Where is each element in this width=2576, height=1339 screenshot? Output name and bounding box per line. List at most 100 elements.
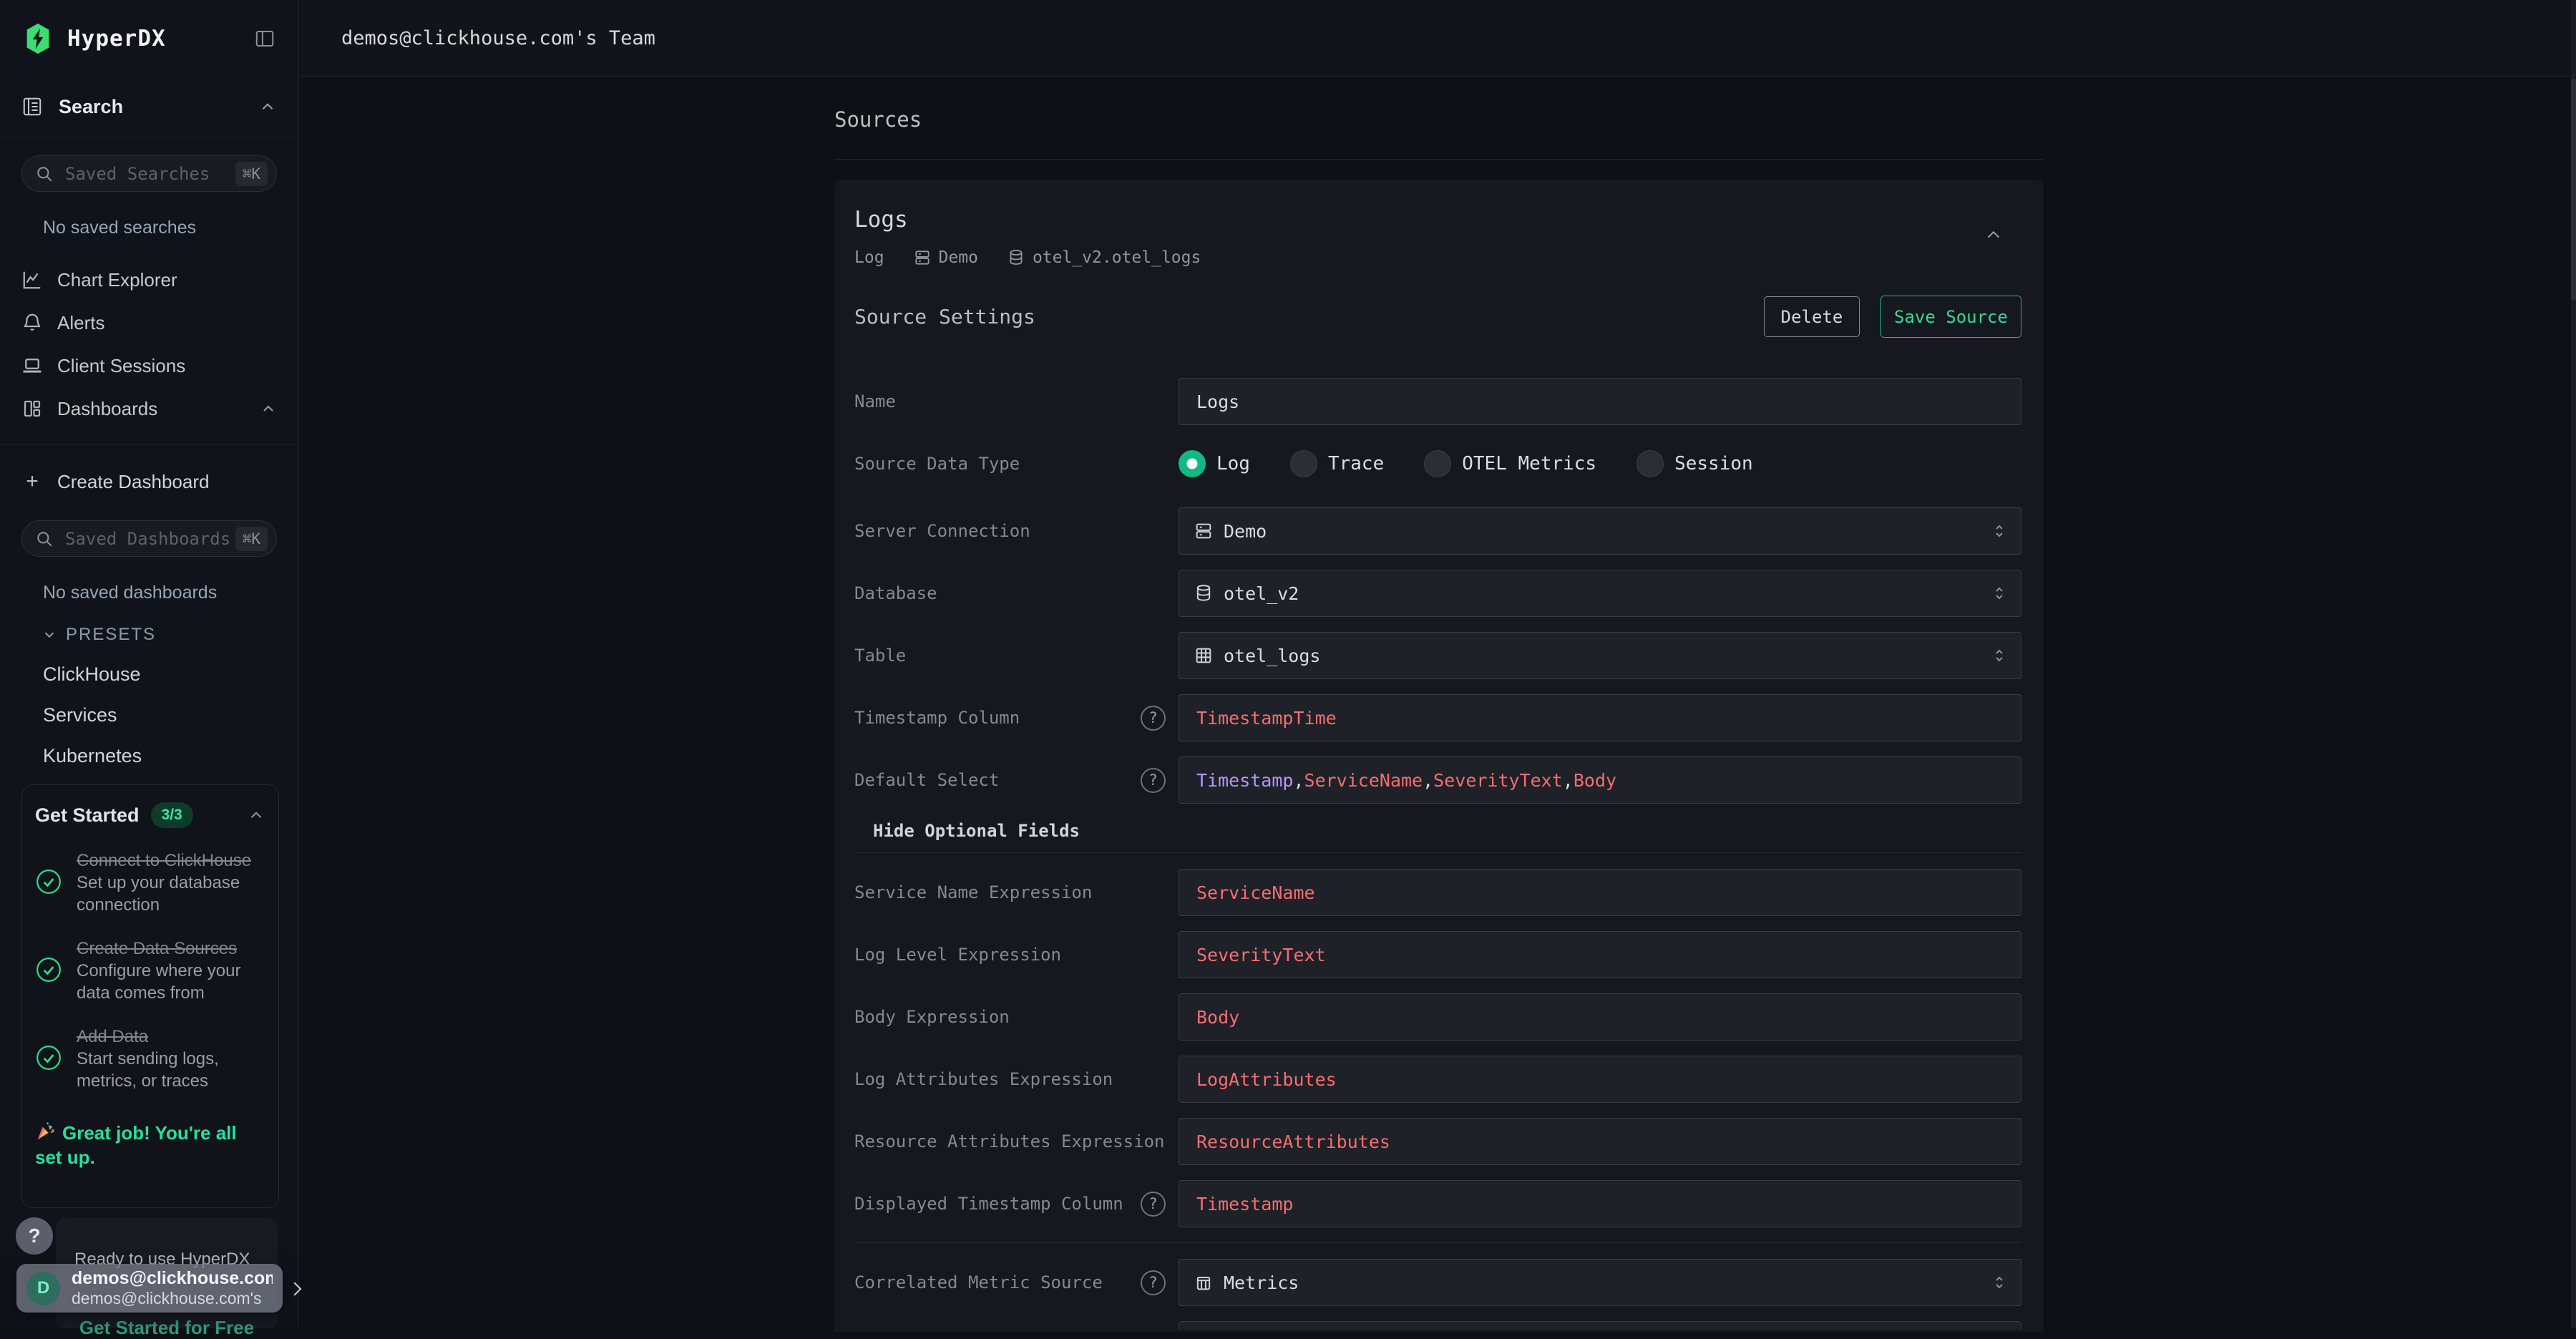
create-dashboard-label: Create Dashboard [57,471,209,493]
sidebar-item-client-sessions[interactable]: Client Sessions [0,344,298,387]
all-set-message: Great job! You're all set up. [35,1121,265,1169]
chevron-up-icon [260,400,277,417]
laptop-icon [21,355,43,376]
topbar: demos@clickhouse.com's Team [300,0,2576,77]
correlated-metric-label: Correlated Metric Source [854,1271,1132,1295]
scrollbar-thumb[interactable] [2571,79,2576,301]
saved-searches-placeholder: Saved Searches [65,164,235,184]
database-label: Database [854,582,1166,605]
name-input[interactable]: Logs [1179,378,2021,425]
timestamp-column-input[interactable]: TimestampTime [1179,694,2021,741]
logo-row: HyperDX [0,0,298,77]
form-row-partial [854,1321,2021,1330]
connection-badge-label: Demo [939,248,978,267]
radio-selected-icon [1179,450,1206,477]
divider [854,1242,2021,1243]
help-icon[interactable]: ? [1141,1270,1166,1295]
saved-dashboards-placeholder: Saved Dashboards [65,529,235,549]
sidebar-item-label: Client Sessions [57,355,277,377]
radio-log[interactable]: Log [1179,450,1250,477]
checklist-item-desc: Configure where your data comes from [77,961,240,1003]
help-icon[interactable]: ? [1141,1192,1166,1217]
form-row-timestamp-column: Timestamp Column ? TimestampTime [854,694,2021,741]
help-icon[interactable]: ? [1141,706,1166,731]
metrics-icon [1194,1272,1214,1292]
database-icon [1194,583,1214,603]
radio-otel-metrics[interactable]: OTEL Metrics [1424,450,1596,477]
source-badges: Log Demo otel_v2.otel_logs [854,248,2024,267]
chart-icon [21,269,43,291]
log-attributes-label: Log Attributes Expression [854,1068,1166,1091]
radio-trace[interactable]: Trace [1290,450,1384,477]
get-started-title: Get Started [35,804,140,827]
hyperdx-logo-icon [21,22,54,55]
body-expression-input[interactable]: Body [1179,993,2021,1041]
chevron-up-icon[interactable] [247,806,265,824]
table-icon [1194,646,1214,666]
table-badge-label: otel_v2.otel_logs [1033,248,1201,267]
checklist-item-add-data[interactable]: Add Data Start sending logs, metrics, or… [35,1026,265,1092]
radio-session[interactable]: Session [1636,450,1753,477]
search-section-icon [21,96,43,117]
default-select-input[interactable]: Timestamp,ServiceName,SeverityText,Body [1179,756,2021,804]
form-row-displayed-timestamp: Displayed Timestamp Column ? Timestamp [854,1180,2021,1227]
service-name-input[interactable]: ServiceName [1179,869,2021,916]
divider [834,159,2044,160]
form-row-correlated-metric: Correlated Metric Source ? Metrics [854,1259,2021,1306]
select-chevrons-icon [1991,520,2008,542]
user-menu[interactable]: D demos@clickhouse.com demos@clickhouse.… [16,1264,283,1313]
all-set-text: Great job! You're all set up. [35,1122,237,1168]
preset-clickhouse[interactable]: ClickHouse [43,663,298,686]
source-type-badge: Log [854,248,884,267]
form-row-body-expression: Body Expression Body [854,993,2021,1041]
log-attributes-input[interactable]: LogAttributes [1179,1056,2021,1103]
resource-attributes-label: Resource Attributes Expression [854,1130,1166,1154]
delete-button[interactable]: Delete [1764,296,1860,337]
sidebar-item-chart-explorer[interactable]: Chart Explorer [0,258,298,301]
select-chevrons-icon [1991,645,2008,666]
correlated-metric-select[interactable]: Metrics [1179,1259,2021,1306]
progress-badge: 3/3 [151,802,193,828]
displayed-timestamp-input[interactable]: Timestamp [1179,1180,2021,1227]
preset-kubernetes[interactable]: Kubernetes [43,745,298,767]
form-row-name: Name Logs [854,378,2021,425]
sidebar-section-search[interactable]: Search [0,77,298,137]
divider [854,852,2021,853]
resource-attributes-input[interactable]: ResourceAttributes [1179,1118,2021,1165]
source-settings-title: Source Settings [854,305,1764,328]
log-level-input[interactable]: SeverityText [1179,931,2021,978]
preset-services[interactable]: Services [43,704,298,726]
next-input-partial [1179,1321,2021,1330]
scrollbar[interactable] [2571,0,2576,1328]
divider [0,444,298,445]
checklist-item-connect[interactable]: Connect to ClickHouse Set up your databa… [35,849,265,916]
database-select[interactable]: otel_v2 [1179,570,2021,617]
help-icon[interactable]: ? [1141,768,1166,793]
help-button[interactable]: ? [16,1217,53,1255]
hide-optional-fields-button[interactable]: Hide Optional Fields [873,821,2021,841]
table-select[interactable]: otel_logs [1179,632,2021,679]
sidebar-item-alerts[interactable]: Alerts [0,301,298,344]
form-row-service-name: Service Name Expression ServiceName [854,869,2021,916]
source-card-logs: Logs Log Demo [834,180,2044,1332]
saved-searches-input[interactable]: Saved Searches ⌘K [21,155,277,192]
form-row-resource-attributes: Resource Attributes Expression ResourceA… [854,1118,2021,1165]
server-connection-select[interactable]: Demo [1179,507,2021,555]
user-team: demos@clickhouse.com's [72,1289,262,1308]
save-source-button[interactable]: Save Source [1880,296,2021,338]
create-dashboard-button[interactable]: + Create Dashboard [0,461,298,502]
select-chevrons-icon [1991,1272,2008,1293]
avatar: D [26,1272,60,1305]
presets-toggle[interactable]: PRESETS [42,625,298,645]
table-label: Table [854,644,1166,668]
sidebar-item-dashboards[interactable]: Dashboards [0,387,298,430]
sidebar-collapse-icon[interactable] [253,28,277,49]
main-area: Sources Logs Log Demo [300,77,2576,1328]
server-icon [913,248,932,267]
checklist-item-sources[interactable]: Create Data Sources Configure where your… [35,938,265,1004]
service-name-label: Service Name Expression [854,881,1166,905]
saved-dashboards-input[interactable]: Saved Dashboards ⌘K [21,520,277,557]
bell-icon [21,312,43,333]
search-icon [35,165,54,183]
collapse-chevron-up-icon[interactable] [1983,224,2004,245]
